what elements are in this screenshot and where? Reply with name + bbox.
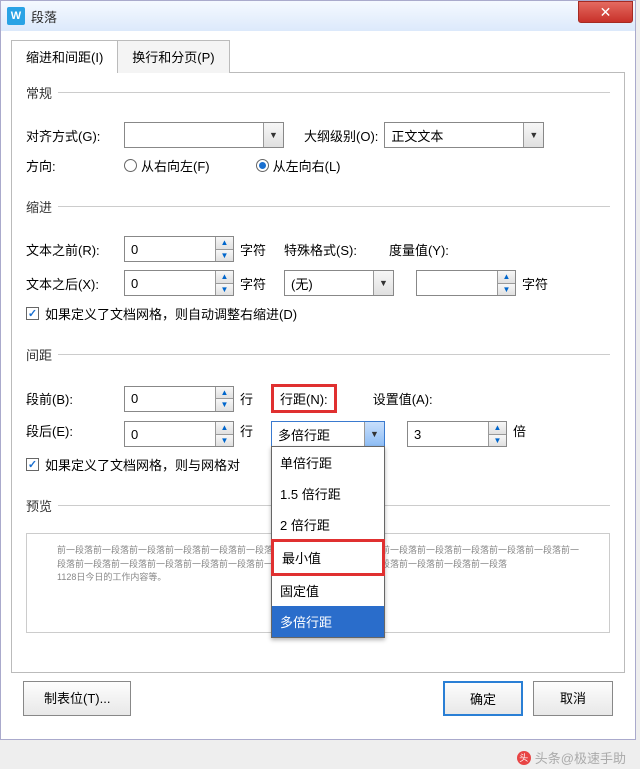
outline-label: 大纲级别(O): xyxy=(304,126,378,145)
legend-preview: 预览 xyxy=(26,496,58,515)
indent-grid-check[interactable]: ✓ 如果定义了文档网格，则自动调整右缩进(D) xyxy=(26,304,297,323)
tab-indent-spacing[interactable]: 缩进和间距(I) xyxy=(11,40,118,73)
alignment-label: 对齐方式(G): xyxy=(26,126,118,145)
special-label: 特殊格式(S): xyxy=(284,240,357,259)
measure-label: 度量值(Y): xyxy=(389,240,449,259)
radio-icon xyxy=(256,159,269,172)
section-general: 常规 对齐方式(G): ▼ 大纲级别(O): 正文文本 ▼ 方向: xyxy=(26,83,610,187)
chevron-down-icon: ▼ xyxy=(373,271,393,295)
radio-rtl[interactable]: 从右向左(F) xyxy=(124,156,210,175)
chevron-down-icon: ▼ xyxy=(523,123,543,147)
cancel-button[interactable]: 取消 xyxy=(533,681,613,716)
chevron-down-icon: ▼ xyxy=(364,422,384,446)
tab-bar: 缩进和间距(I) 换行和分页(P) xyxy=(11,39,625,73)
special-combo[interactable]: (无) ▼ xyxy=(284,270,394,296)
unit-char: 字符 xyxy=(522,274,548,293)
checkbox-icon: ✓ xyxy=(26,307,39,320)
tab-line-page-break[interactable]: 换行和分页(P) xyxy=(117,40,229,73)
linespace-dropdown-list: 单倍行距 1.5 倍行距 2 倍行距 最小值 固定值 多倍行距 xyxy=(271,446,385,638)
app-icon: W xyxy=(7,7,25,25)
dd-item-1_5[interactable]: 1.5 倍行距 xyxy=(272,478,384,509)
linespace-combo[interactable]: 多倍行距 ▼ 单倍行距 1.5 倍行距 2 倍行距 最小值 固定值 多倍行距 xyxy=(271,421,385,447)
setvalue-input[interactable]: 3▲▼ xyxy=(407,421,507,447)
close-button[interactable]: ✕ xyxy=(578,1,633,23)
alignment-combo[interactable]: ▼ xyxy=(124,122,284,148)
radio-icon xyxy=(124,159,137,172)
tabstops-button[interactable]: 制表位(T)... xyxy=(23,681,131,716)
direction-label: 方向: xyxy=(26,156,118,175)
indent-after-label: 文本之后(X): xyxy=(26,274,118,293)
dd-item-single[interactable]: 单倍行距 xyxy=(272,447,384,478)
space-before-label: 段前(B): xyxy=(26,389,118,408)
title-bar: W 段落 ✕ xyxy=(1,1,635,31)
ok-button[interactable]: 确定 xyxy=(443,681,523,716)
unit-char: 字符 xyxy=(240,240,266,259)
linespace-label: 行距(N): xyxy=(280,392,328,407)
space-after-input[interactable]: 0▲▼ xyxy=(124,421,234,447)
legend-spacing: 间距 xyxy=(26,345,58,364)
section-indent: 缩进 文本之前(R): 0▲▼ 字符 特殊格式(S): 度量值(Y): 文本之后… xyxy=(26,197,610,335)
space-after-label: 段后(E): xyxy=(26,421,118,440)
space-before-input[interactable]: 0▲▼ xyxy=(124,386,234,412)
unit-times: 倍 xyxy=(513,421,526,440)
indent-after-input[interactable]: 0▲▼ xyxy=(124,270,234,296)
radio-ltr[interactable]: 从左向右(L) xyxy=(256,156,341,175)
dd-item-min-highlight[interactable]: 最小值 xyxy=(271,539,385,576)
dd-item-fixed[interactable]: 固定值 xyxy=(272,575,384,606)
measure-input[interactable]: ▲▼ xyxy=(416,270,516,296)
indent-before-label: 文本之前(R): xyxy=(26,240,118,259)
checkbox-icon: ✓ xyxy=(26,458,39,471)
dd-item-multiple[interactable]: 多倍行距 xyxy=(272,606,384,637)
tab-content: 常规 对齐方式(G): ▼ 大纲级别(O): 正文文本 ▼ 方向: xyxy=(11,73,625,673)
outline-combo[interactable]: 正文文本 ▼ xyxy=(384,122,544,148)
legend-general: 常规 xyxy=(26,83,58,102)
unit-line: 行 xyxy=(240,389,253,408)
unit-char: 字符 xyxy=(240,274,266,293)
linespace-label-highlight: 行距(N): xyxy=(271,384,337,413)
chevron-down-icon: ▼ xyxy=(263,123,283,147)
dialog-window: W 段落 ✕ 缩进和间距(I) 换行和分页(P) 常规 对齐方式(G): ▼ 大… xyxy=(0,0,636,740)
spacing-grid-check[interactable]: ✓ 如果定义了文档网格，则与网格对 xyxy=(26,455,240,474)
watermark-logo-icon: 头 xyxy=(517,751,531,765)
indent-before-input[interactable]: 0▲▼ xyxy=(124,236,234,262)
setvalue-label: 设置值(A): xyxy=(373,389,433,408)
dialog-footer: 制表位(T)... 确定 取消 xyxy=(11,673,625,724)
unit-line: 行 xyxy=(240,421,253,440)
section-spacing: 间距 段前(B): 0▲▼ 行 行距(N): 设置值(A): 段后(E): 0▲… xyxy=(26,345,610,486)
dd-item-double[interactable]: 2 倍行距 xyxy=(272,509,384,540)
legend-indent: 缩进 xyxy=(26,197,58,216)
watermark: 头 头条@极速手助 xyxy=(517,748,626,767)
window-title: 段落 xyxy=(31,7,578,26)
